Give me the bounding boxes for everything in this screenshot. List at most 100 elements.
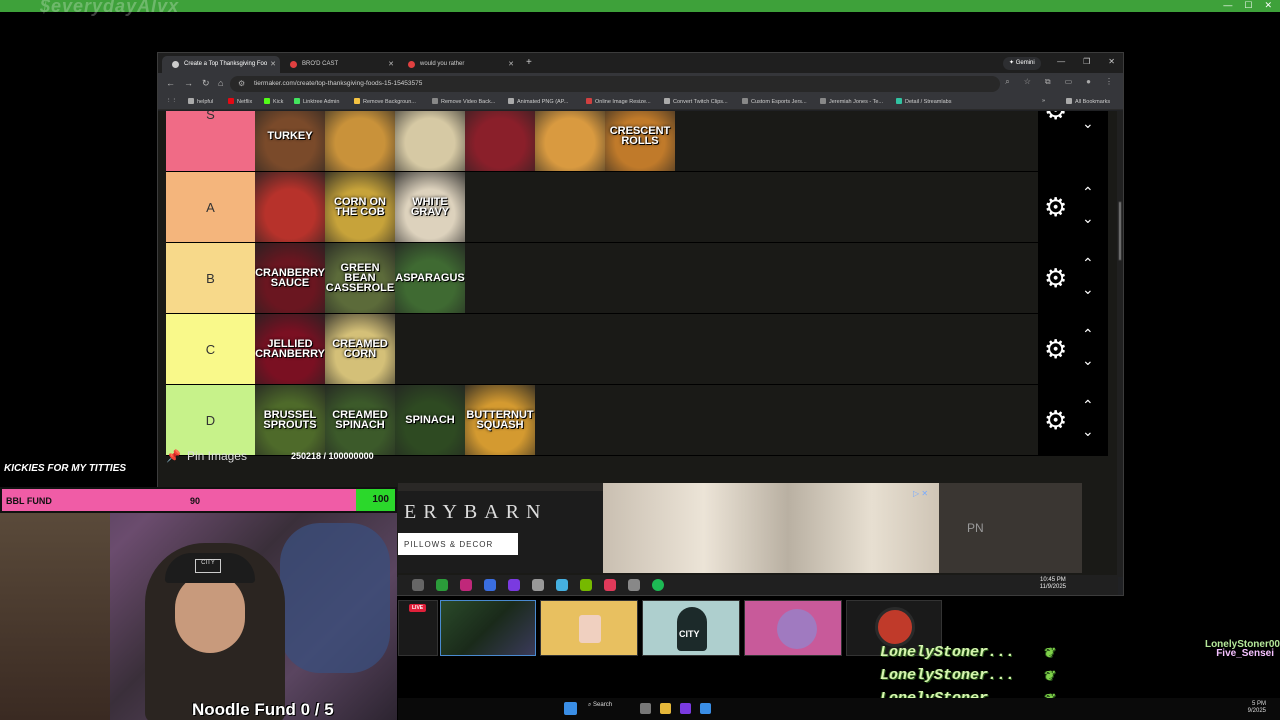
close-tab-icon[interactable]: ✕	[270, 60, 276, 68]
gear-icon[interactable]: ⚙	[1044, 336, 1067, 362]
zoom-icon[interactable]: ⌕	[1005, 77, 1009, 87]
file-explorer-icon[interactable]	[660, 703, 671, 714]
ad-cta-button[interactable]: PILLOWS & DECOR	[398, 533, 518, 555]
bookmark-esports-jerseys[interactable]: Custom Esports Jers...	[742, 98, 807, 105]
app-icon[interactable]	[460, 579, 472, 591]
close-icon[interactable]: ✕	[1264, 0, 1272, 11]
tier-label[interactable]: D	[166, 385, 255, 455]
move-down-icon[interactable]: ⌄	[1082, 423, 1094, 440]
close-tab-icon[interactable]: ✕	[508, 60, 514, 68]
maximize-icon[interactable]: ☐	[1244, 0, 1252, 11]
tier-item[interactable]: Creamed Spinach	[325, 385, 395, 455]
close-tab-icon[interactable]: ✕	[388, 60, 394, 68]
gear-icon[interactable]: ⚙	[1044, 194, 1067, 220]
tier-item[interactable]: Jellied Cranberry	[255, 314, 325, 384]
tab-would-you-rather[interactable]: would you rather ✕	[398, 56, 518, 73]
tab-brod-cast[interactable]: BRO'D CAST ✕	[280, 56, 398, 73]
menu-icon[interactable]: ⋮	[1105, 77, 1113, 87]
gear-icon[interactable]: ⚙	[1044, 407, 1067, 433]
taskbar-search[interactable]: ⌕ Search	[588, 702, 612, 709]
close-icon[interactable]: ✕	[1108, 57, 1115, 66]
tier-item[interactable]: Crescent Rolls	[605, 111, 675, 171]
bookmark-streamlabs[interactable]: Detail / Streamlabs	[896, 98, 951, 105]
tier-item[interactable]: Asparagus	[395, 243, 465, 313]
gemini-button[interactable]: ✦ Gemini	[1003, 57, 1041, 70]
app-icon[interactable]	[484, 579, 496, 591]
bookmark-remove-bg[interactable]: Remove Backgroun...	[354, 98, 416, 105]
minimize-icon[interactable]: —	[1223, 0, 1232, 11]
tier-item[interactable]	[465, 111, 535, 171]
more-bookmarks-icon[interactable]: »	[1042, 98, 1045, 104]
advertisement[interactable]: ERYBARN PILLOWS & DECOR ▷ ✕ PN	[398, 483, 1082, 573]
outer-window-controls[interactable]: — ☐ ✕	[1223, 0, 1272, 11]
thumbnail-pink[interactable]	[744, 600, 842, 656]
tier-item[interactable]: Brussel Sprouts	[255, 385, 325, 455]
tier-label[interactable]: A	[166, 172, 255, 242]
bookmark-image-resize[interactable]: Online Image Resize...	[586, 98, 651, 105]
start-button[interactable]	[564, 702, 577, 715]
tier-label[interactable]: B	[166, 243, 255, 313]
tier-item[interactable]: Corn on the Cob	[325, 172, 395, 242]
minimize-icon[interactable]: —	[1057, 57, 1065, 66]
tab-tiermaker[interactable]: Create a Top Thanksgiving Foo ✕	[162, 56, 280, 73]
move-up-icon[interactable]: ⌃	[1082, 397, 1094, 414]
bookmark-twitch-clips[interactable]: Convert Twitch Clips...	[664, 98, 728, 105]
bookmark-animated-png[interactable]: Animated PNG (AP...	[508, 98, 568, 105]
page-scrollbar[interactable]	[1117, 111, 1123, 577]
tier-item[interactable]: Creamed Corn	[325, 314, 395, 384]
thumbnail-stream[interactable]	[440, 600, 536, 656]
tier-item[interactable]: Butternut Squash	[465, 385, 535, 455]
forward-icon[interactable]: →	[184, 78, 193, 88]
back-icon[interactable]: ←	[166, 78, 175, 88]
app-icon[interactable]	[680, 703, 691, 714]
tier-item[interactable]: Green Bean Casserole	[325, 243, 395, 313]
tier-item[interactable]	[395, 111, 465, 171]
move-down-icon[interactable]: ⌄	[1082, 115, 1094, 132]
bookmark-linktree[interactable]: Linktree Admin	[294, 98, 339, 105]
spotify-icon[interactable]	[652, 579, 664, 591]
tier-item[interactable]: Spinach	[395, 385, 465, 455]
tier-item[interactable]: Turkey	[255, 111, 325, 171]
move-down-icon[interactable]: ⌄	[1082, 281, 1094, 298]
app-icon[interactable]	[508, 579, 520, 591]
move-up-icon[interactable]: ⌃	[1082, 184, 1094, 201]
thumbnail-partial[interactable]: LIVE	[398, 600, 438, 656]
star-icon[interactable]: ☆	[1024, 77, 1031, 87]
gear-icon[interactable]: ⚙	[1044, 111, 1067, 123]
new-tab-button[interactable]: +	[526, 57, 532, 68]
adchoices-icon[interactable]: ▷ ✕	[913, 489, 928, 498]
url-field[interactable]: ⚙ tiermaker.com/create/top-thanksgiving-…	[230, 76, 1000, 92]
tier-label[interactable]: S	[166, 111, 255, 171]
tier-item[interactable]	[535, 111, 605, 171]
restore-icon[interactable]: ❐	[1083, 57, 1090, 66]
thumbnail-city[interactable]: CITY	[642, 600, 740, 656]
bookmark-remove-video-bg[interactable]: Remove Video Back...	[432, 98, 495, 105]
tier-item[interactable]: Cranberry Sauce	[255, 243, 325, 313]
tier-label[interactable]: C	[166, 314, 255, 384]
app-icon[interactable]	[628, 579, 640, 591]
task-view-icon[interactable]	[640, 703, 651, 714]
move-down-icon[interactable]: ⌄	[1082, 352, 1094, 369]
site-info-icon[interactable]: ⚙	[238, 79, 245, 88]
scrollbar-thumb[interactable]	[1118, 201, 1122, 261]
reload-icon[interactable]: ↻	[202, 78, 210, 89]
bookmark-kick[interactable]: Kick	[264, 98, 283, 105]
app-icon[interactable]	[604, 579, 616, 591]
app-icon[interactable]	[700, 703, 711, 714]
gear-icon[interactable]: ⚙	[1044, 265, 1067, 291]
tier-item[interactable]	[325, 111, 395, 171]
apps-icon[interactable]: ⋮⋮	[166, 98, 177, 104]
profile-icon[interactable]: ●	[1086, 77, 1091, 87]
app-icon[interactable]	[412, 579, 424, 591]
thumbnail-avatar[interactable]	[540, 600, 638, 656]
home-icon[interactable]: ⌂	[218, 78, 223, 88]
move-up-icon[interactable]: ⌃	[1082, 326, 1094, 343]
app-icon[interactable]	[556, 579, 568, 591]
tier-item[interactable]	[255, 172, 325, 242]
all-bookmarks[interactable]: All Bookmarks	[1066, 98, 1110, 105]
move-up-icon[interactable]: ⌃	[1082, 255, 1094, 272]
move-down-icon[interactable]: ⌄	[1082, 210, 1094, 227]
sidepanel-icon[interactable]: ▭	[1065, 77, 1073, 87]
bookmark-jeremiah-jones[interactable]: Jeremiah Jones - Te...	[820, 98, 883, 105]
bookmark-helpful[interactable]: helpful	[188, 98, 213, 105]
